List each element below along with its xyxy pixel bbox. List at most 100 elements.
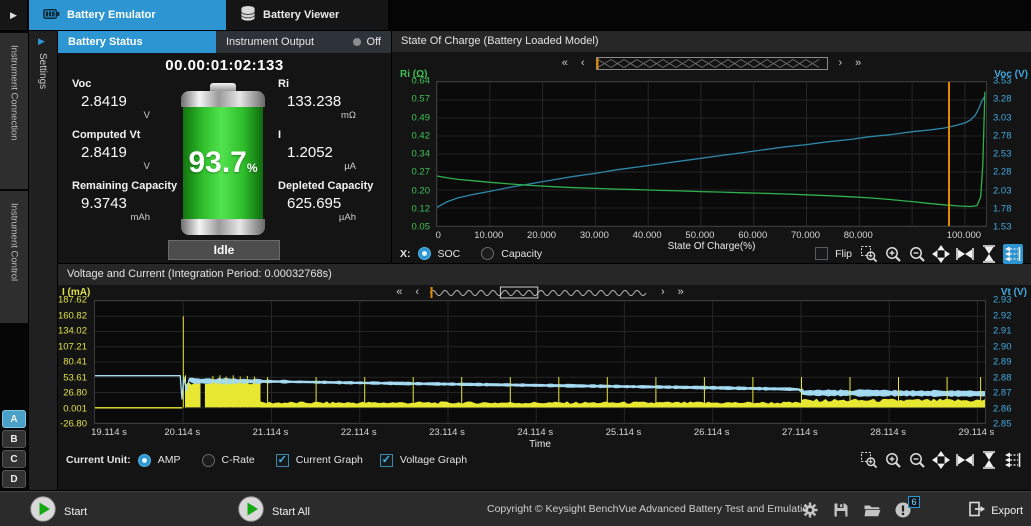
vi-x-axis: 19.114 s20.114 s21.114 s22.114 s23.114 s… (94, 427, 986, 438)
soc-plot[interactable] (436, 81, 987, 227)
battery-status-tab[interactable]: Battery Status (58, 31, 216, 53)
capacity-radio-label[interactable]: Capacity (501, 248, 542, 260)
scroll-left-button[interactable]: ‹ (579, 57, 587, 69)
instrument-output-tab[interactable]: Instrument Output Off (216, 31, 391, 53)
metric-unit: V (72, 161, 150, 172)
fit-width-icon[interactable] (955, 450, 975, 470)
metric-value: 2.8419 (72, 144, 182, 161)
flip-label[interactable]: Flip (835, 248, 852, 260)
channel-button-a[interactable]: A (2, 410, 26, 428)
x-tick-label: 30.000 (580, 230, 609, 241)
x-axis-mode-label: X: (400, 248, 411, 260)
zoom-in-icon[interactable] (883, 244, 903, 264)
flip-checkbox[interactable] (815, 247, 828, 260)
y-tick-label: 2.78 (993, 130, 1012, 141)
x-tick-label: 24.114 s (517, 427, 553, 438)
channel-button-group: ABCD (2, 410, 26, 488)
c-rate-radio[interactable] (202, 454, 215, 467)
current-graph-checkbox[interactable] (276, 454, 289, 467)
notification-badge: 6 (908, 496, 920, 508)
fit-height-icon[interactable] (979, 244, 999, 264)
soc-radio-label[interactable]: SOC (438, 248, 461, 260)
y-tick-label: 2.86 (993, 403, 1012, 414)
capacity-radio[interactable] (481, 247, 494, 260)
scroll-right-button[interactable]: › (837, 57, 845, 69)
c-rate-radio-label[interactable]: C-Rate (222, 454, 255, 466)
tab-battery-viewer[interactable]: Battery Viewer (226, 0, 388, 30)
play-icon (238, 496, 264, 526)
channel-button-d[interactable]: D (2, 470, 26, 488)
tab-bar: ▶ Battery Emulator Battery Viewer (0, 0, 1031, 30)
metric-value: 2.8419 (72, 93, 182, 110)
metric-unit: mΩ (278, 110, 356, 121)
export-button[interactable]: Export (968, 500, 1023, 521)
metrics-left-column: Voc 2.8419 V Computed Vt 2.8419 V Remain… (72, 78, 182, 231)
x-tick-label: 80.000 (844, 230, 873, 241)
tab-battery-emulator[interactable]: Battery Emulator (29, 0, 226, 30)
y-tick-label: 2.87 (993, 388, 1012, 399)
scroll-right-button[interactable]: › (659, 286, 667, 298)
region-zoom-icon[interactable] (859, 450, 879, 470)
folder-icon[interactable] (862, 500, 882, 520)
sidebar-item-instrument-connection[interactable]: Instrument Connection (0, 33, 28, 189)
sidebar-item-instrument-control[interactable]: Instrument Control (0, 191, 28, 323)
save-icon[interactable] (831, 500, 851, 520)
voltage-graph-label[interactable]: Voltage Graph (400, 454, 467, 466)
amp-radio[interactable] (138, 454, 151, 467)
expand-arrow-icon[interactable]: ▶ (38, 36, 45, 47)
sidebar-item-settings[interactable]: Settings (37, 53, 48, 89)
metric-voc: Voc 2.8419 V (72, 78, 182, 129)
vi-x-axis-title: Time (94, 439, 986, 450)
channel-button-b[interactable]: B (2, 430, 26, 448)
y-tick-label: 2.88 (993, 372, 1012, 383)
x-tick-label: 27.114 s (782, 427, 818, 438)
scroll-far-left-button[interactable]: « (560, 57, 570, 69)
database-icon (240, 5, 256, 25)
fit-all-icon[interactable] (931, 450, 951, 470)
fit-height-icon[interactable] (979, 450, 999, 470)
zoom-out-icon[interactable] (907, 244, 927, 264)
vi-left-axis: 187.62160.82134.02107.2180.4153.6126.800… (58, 300, 91, 424)
scroll-far-left-button[interactable]: « (394, 286, 404, 298)
vi-range-scrubber: « ‹ › » (94, 285, 986, 299)
track-latest-icon[interactable] (1003, 450, 1023, 470)
fit-width-icon[interactable] (955, 244, 975, 264)
voltage-graph-checkbox[interactable] (380, 454, 393, 467)
track-latest-icon[interactable] (1003, 244, 1023, 264)
x-tick-label: 28.114 s (870, 427, 906, 438)
range-slider[interactable] (596, 57, 828, 70)
output-state-text: Off (367, 36, 381, 48)
scroll-far-right-button[interactable]: » (676, 286, 686, 298)
zoom-out-icon[interactable] (907, 450, 927, 470)
metric-label: Depleted Capacity (278, 180, 388, 192)
soc-right-axis: 3.533.283.032.782.532.282.031.781.53 (989, 81, 1031, 227)
vi-plot[interactable] (94, 300, 986, 424)
metric-remaining-capacity: Remaining Capacity 9.3743 mAh (72, 180, 182, 231)
current-graph-label[interactable]: Current Graph (296, 454, 363, 466)
vi-chart-panel: Voltage and Current (Integration Period:… (58, 264, 1031, 490)
y-tick-label: 2.28 (993, 167, 1012, 178)
y-tick-label: 0.27 (412, 167, 431, 178)
x-tick-label: 22.114 s (341, 427, 377, 438)
y-tick-label: 53.61 (63, 372, 87, 383)
x-tick-label: 50.000 (685, 230, 714, 241)
fit-all-icon[interactable] (931, 244, 951, 264)
soc-radio[interactable] (418, 247, 431, 260)
soc-chart-panel: State Of Charge (Battery Loaded Model) «… (392, 31, 1031, 263)
channel-button-c[interactable]: C (2, 450, 26, 468)
start-button[interactable]: Start (30, 496, 87, 526)
battery-cap-top (181, 91, 265, 107)
scroll-left-button[interactable]: ‹ (413, 286, 421, 298)
notifications-icon[interactable]: 6 (893, 500, 913, 520)
amp-radio-label[interactable]: AMP (158, 454, 181, 466)
region-zoom-icon[interactable] (859, 244, 879, 264)
soc-range-scrubber: « ‹ › » (436, 56, 987, 70)
scroll-far-right-button[interactable]: » (853, 57, 863, 69)
settings-sidebar: ▶ Settings (29, 31, 57, 490)
y-tick-label: 3.03 (993, 112, 1012, 123)
gear-icon[interactable] (800, 500, 820, 520)
range-slider[interactable] (430, 286, 650, 299)
zoom-in-icon[interactable] (883, 450, 903, 470)
collapse-panel-button[interactable]: ▶ (0, 0, 27, 30)
vi-right-axis: 2.932.922.912.902.892.882.872.862.85 (989, 300, 1031, 424)
